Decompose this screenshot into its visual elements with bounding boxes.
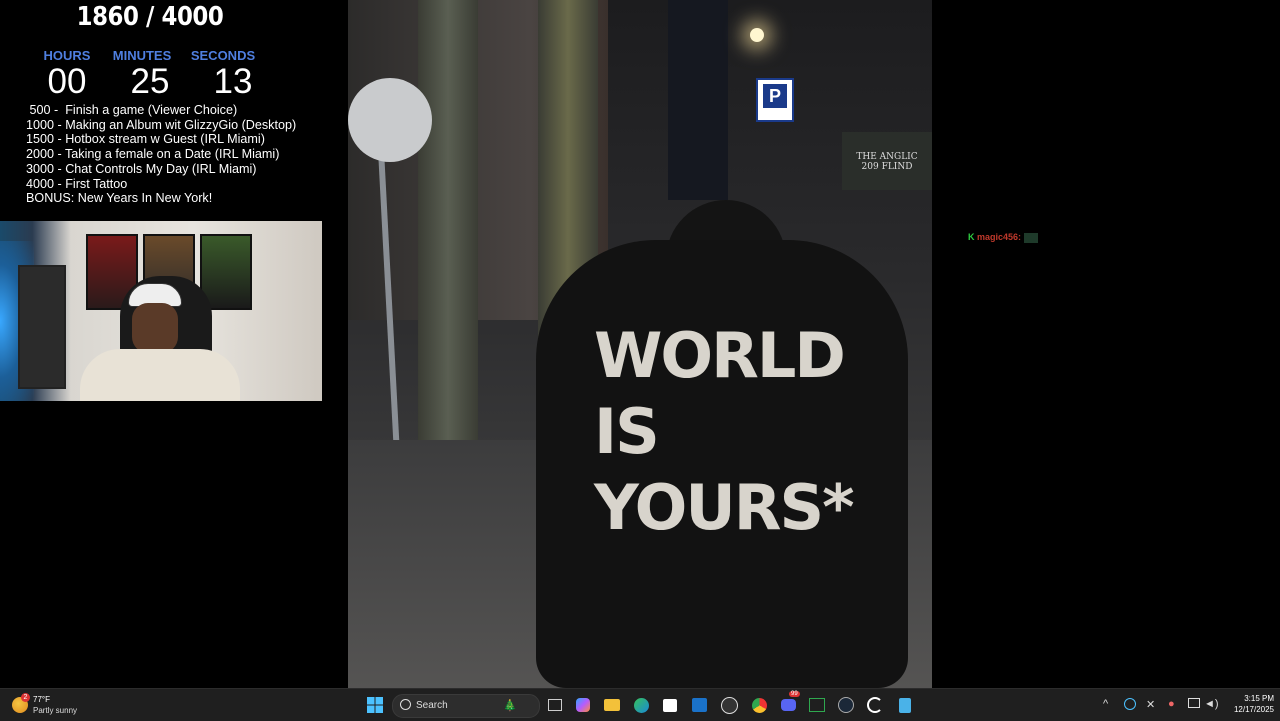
weather-desc: Partly sunny [33, 706, 78, 715]
main-photo: P THE ANGLIC 209 FLIND WORLD IS YOURS* [348, 0, 932, 688]
webcam-feed [0, 221, 322, 401]
taskbar: 2 77°F Partly sunny Search 🎄 99 ^ ✕ ● ◄)… [0, 688, 1280, 721]
goal-item: 1500 - Hotbox stream w Guest (IRL Miami) [26, 132, 265, 147]
notepad-icon[interactable] [896, 696, 914, 714]
tower [668, 0, 728, 200]
search-placeholder: Search [416, 700, 448, 711]
street-light [750, 28, 764, 42]
chat-badge: K [968, 232, 975, 242]
clock-date: 12/17/2025 [1233, 705, 1274, 714]
search-icon [400, 699, 411, 710]
goal-list: 500 - Finish a game (Viewer Choice) 1000… [26, 103, 296, 206]
show-hidden-icons-chevron-icon[interactable]: ^ [1103, 698, 1108, 710]
volume-icon[interactable]: ◄) [1204, 698, 1219, 710]
task-view-icon[interactable] [546, 696, 564, 714]
start-icon[interactable] [366, 696, 384, 714]
taskbar-search[interactable]: Search 🎄 [392, 694, 540, 718]
microphone-icon[interactable]: ● [1168, 698, 1175, 710]
chat-username: magic456: [977, 232, 1022, 242]
edge-icon[interactable] [632, 696, 650, 714]
building-sign-line: 209 FLIND [861, 162, 913, 172]
chrome-icon[interactable] [750, 696, 768, 714]
right-panel: K magic456: [932, 0, 1280, 688]
steam-icon[interactable] [837, 696, 855, 714]
chat-message: K magic456: [968, 232, 1038, 243]
stream-overlay: 1860 / 4000 HOURS MINUTES SECONDS 00 25 … [0, 0, 348, 688]
hoodie-text-line: IS [594, 395, 660, 468]
xbox-icon[interactable] [808, 696, 826, 714]
building-sign: THE ANGLIC 209 FLIND [842, 132, 932, 190]
store-icon[interactable] [661, 696, 679, 714]
weather-badge: 2 [21, 693, 30, 702]
file-explorer-icon[interactable] [603, 696, 621, 714]
goal-item: 4000 - First Tattoo [26, 176, 128, 191]
parking-letter: P [763, 84, 787, 108]
goal-item: 3000 - Chat Controls My Day (IRL Miami) [26, 161, 257, 176]
obs-icon[interactable] [720, 696, 738, 714]
weather-widget[interactable]: 2 77°F Partly sunny [12, 693, 102, 719]
goal-item: BONUS: New Years In New York! [26, 191, 213, 206]
app-g-icon[interactable] [866, 696, 884, 714]
minutes-value: 25 [130, 62, 170, 101]
hoodie-text: WORLD IS YOURS* [594, 318, 855, 546]
hooded-person: WORLD IS YOURS* [536, 200, 908, 688]
discord-badge: 99 [789, 691, 800, 697]
streamer [80, 283, 240, 401]
network-icon[interactable] [1188, 698, 1200, 711]
seconds-value: 13 [213, 62, 253, 101]
shelf [18, 265, 66, 389]
weather-temp: 77°F [33, 695, 50, 704]
sub-goal-counter: 1860 / 4000 [76, 2, 224, 32]
goal-item: 2000 - Taking a female on a Date (IRL Mi… [26, 147, 280, 162]
copilot-icon[interactable] [574, 696, 592, 714]
chat-emote [1023, 232, 1038, 243]
search-highlight-icon: 🎄 [503, 700, 517, 712]
hoodie-text-line: WORLD [594, 319, 846, 392]
round-sign [348, 78, 432, 162]
goal-item: 1000 - Making an Album wit GlizzyGio (De… [26, 117, 297, 132]
seconds-label: SECONDS [190, 48, 256, 63]
system-clock[interactable]: 3:15 PM 12/17/2025 [1222, 693, 1274, 715]
hours-label: HOURS [43, 48, 91, 63]
tree-trunk [418, 0, 478, 500]
notification-muted-icon[interactable]: ✕ [1146, 698, 1155, 711]
minutes-label: MINUTES [112, 48, 172, 63]
goal-item: 500 - Finish a game (Viewer Choice) [26, 103, 238, 117]
sync-icon[interactable] [1124, 698, 1136, 713]
discord-icon[interactable]: 99 [779, 691, 800, 714]
outlook-icon[interactable] [690, 696, 708, 714]
hours-value: 00 [47, 62, 87, 101]
clock-time: 3:15 PM [1244, 694, 1274, 703]
parking-sign: P [756, 78, 794, 122]
hoodie-text-line: YOURS* [594, 471, 855, 544]
building-sign-line: THE ANGLIC [856, 152, 918, 162]
